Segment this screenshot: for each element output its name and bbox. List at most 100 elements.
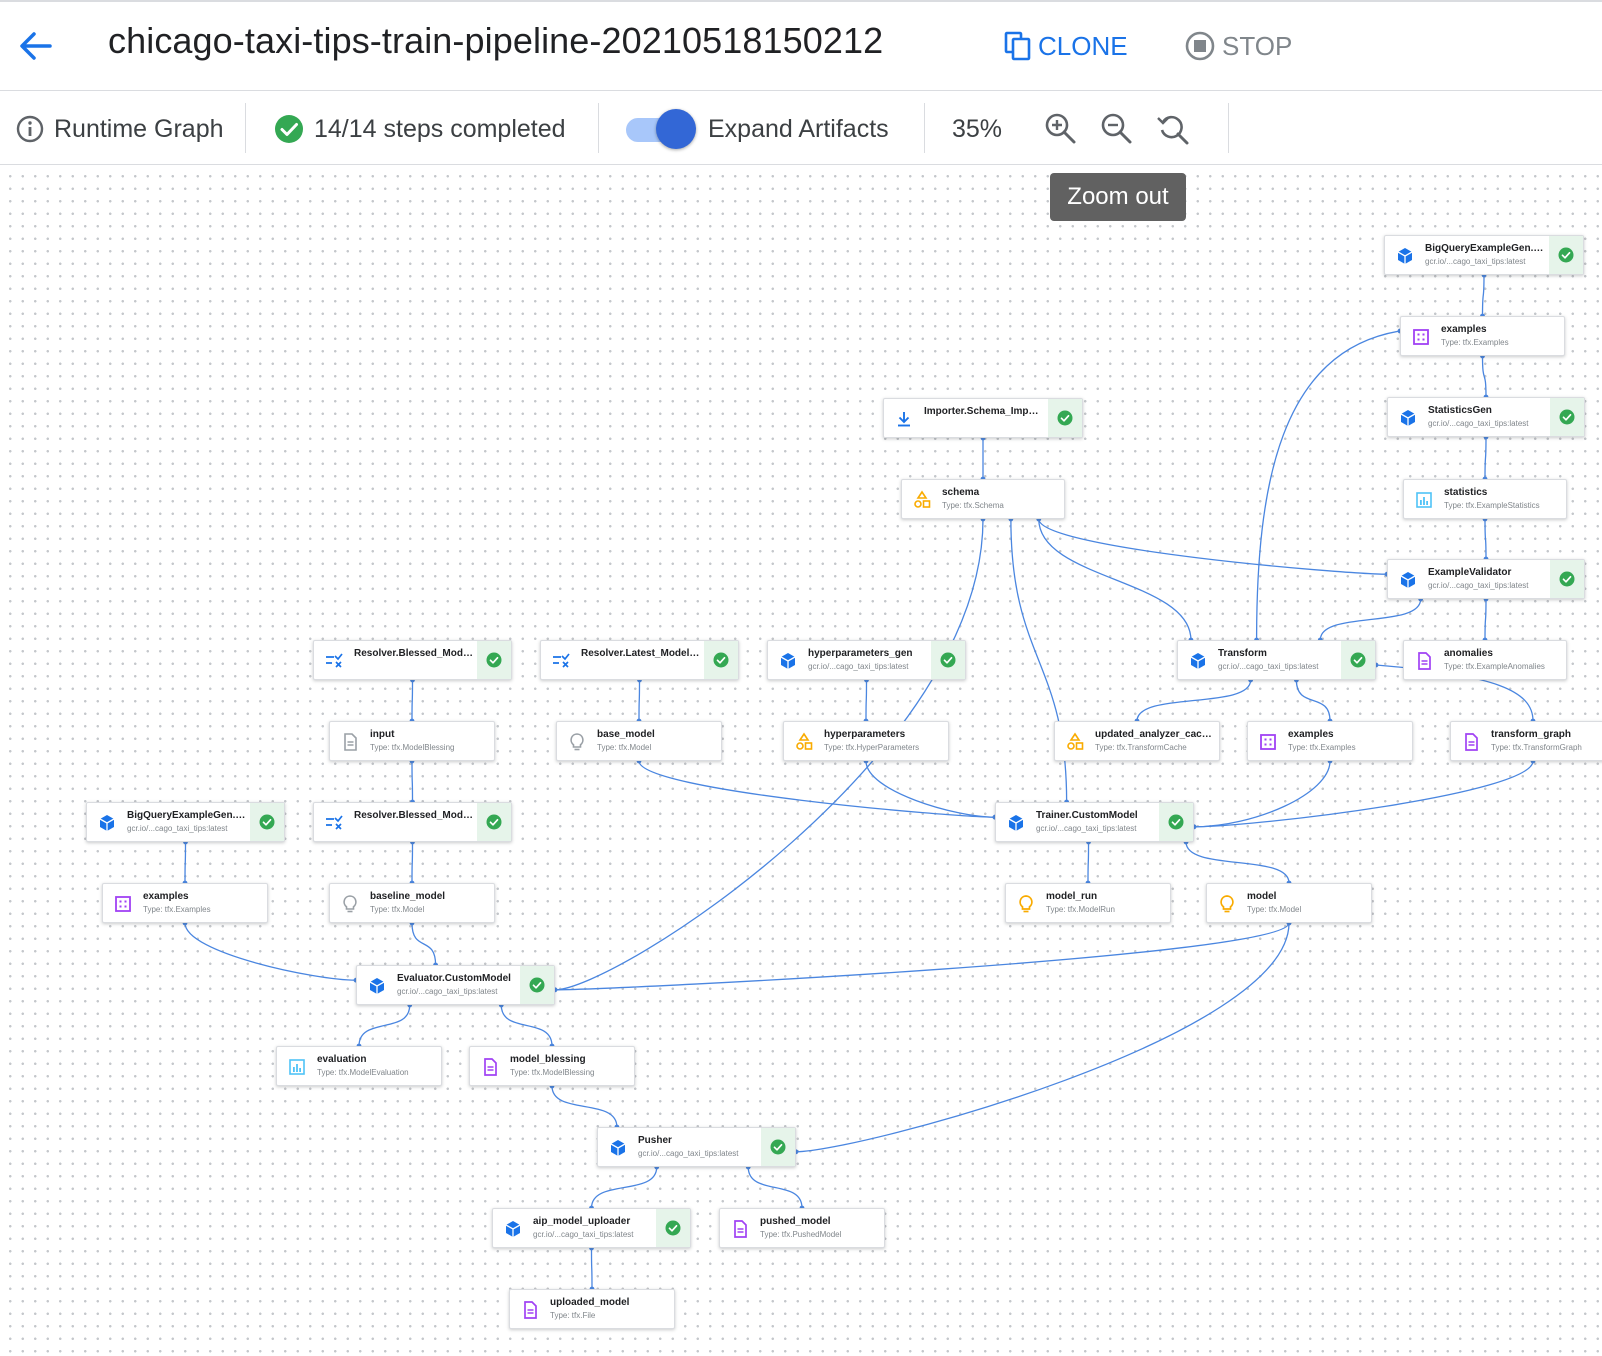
execution-node-transform[interactable]: Transform gcr.io/...cago_taxi_tips:latest <box>1177 640 1376 680</box>
node-subtitle: Type: tfx.ExampleAnomalies <box>1444 662 1545 671</box>
schema-icon <box>794 732 814 752</box>
node-subtitle: gcr.io/...cago_taxi_tips:latest <box>1428 419 1529 428</box>
artifact-node-evaluation[interactable]: evaluation Type: tfx.ModelEvaluation <box>276 1046 442 1086</box>
resolver-icon <box>551 651 571 671</box>
node-name: Transform <box>1218 648 1267 659</box>
clone-label: CLONE <box>1038 30 1128 61</box>
artifact-node-input[interactable]: input Type: tfx.ModelBlessing <box>329 721 495 761</box>
zoom-in-icon <box>1045 113 1076 144</box>
artifact-node-anomalies[interactable]: anomalies Type: tfx.ExampleAnomalies <box>1403 640 1567 680</box>
stop-button[interactable]: STOP <box>1184 26 1292 66</box>
node-subtitle: gcr.io/...cago_taxi_tips:latest <box>1425 257 1526 266</box>
execution-node-hparams-gen[interactable]: hyperparameters_gen gcr.io/...cago_taxi_t… <box>767 640 966 680</box>
artifact-node-examples-test[interactable]: examples Type: tfx.Examples <box>102 883 268 923</box>
node-name: Resolver.Latest_Model_R... <box>581 648 700 659</box>
node-name: hyperparameters <box>824 729 906 740</box>
node-name: schema <box>942 487 980 498</box>
execution-node-importer[interactable]: Importer.Schema_Import... <box>883 398 1083 438</box>
artifact-node-schema[interactable]: schema Type: tfx.Schema <box>901 479 1065 519</box>
node-subtitle: gcr.io/...cago_taxi_tips:latest <box>1218 662 1319 671</box>
zoom-reset-button[interactable] <box>1154 110 1192 148</box>
document-icon <box>1461 732 1481 752</box>
expand-artifacts-control: Expand Artifacts <box>624 109 889 149</box>
cube-icon <box>97 813 117 833</box>
artifact-node-model-run[interactable]: model_run Type: tfx.ModelRun <box>1005 883 1171 923</box>
bulb-icon <box>1217 894 1237 914</box>
steps-status: 14/14 steps completed <box>274 109 566 149</box>
node-subtitle: Type: tfx.Examples <box>1441 338 1509 347</box>
examples-icon <box>113 894 133 914</box>
zoom-reset-icon <box>1157 115 1189 145</box>
bulb-gray-icon <box>567 732 587 752</box>
node-subtitle: Type: tfx.Schema <box>942 501 1004 510</box>
node-subtitle: Type: tfx.PushedModel <box>760 1230 842 1239</box>
execution-node-evaluator[interactable]: Evaluator.CustomModel gcr.io/...cago_taxi… <box>356 965 555 1005</box>
success-check-icon <box>250 803 284 841</box>
execution-node-statsgen[interactable]: StatisticsGen gcr.io/...cago_taxi_tips:la… <box>1387 397 1585 437</box>
node-name: Resolver.Blessed_Model... <box>354 648 473 659</box>
execution-node-pusher[interactable]: Pusher gcr.io/...cago_taxi_tips:latest <box>597 1127 796 1167</box>
schema-icon <box>1065 732 1085 752</box>
node-name: Importer.Schema_Import... <box>924 406 1044 417</box>
node-subtitle: Type: tfx.ModelBlessing <box>510 1068 595 1077</box>
success-check-icon <box>520 966 554 1004</box>
artifact-node-examples-transformed[interactable]: examples Type: tfx.Examples <box>1247 721 1413 761</box>
node-name: examples <box>1288 729 1334 740</box>
graph-canvas[interactable] <box>0 166 1602 1356</box>
expand-artifacts-toggle[interactable] <box>624 109 698 149</box>
page-title: chicago-taxi-tips-train-pipeline-2021051… <box>108 20 884 61</box>
node-name: aip_model_uploader <box>533 1216 631 1227</box>
artifact-node-model-blessing[interactable]: model_blessing Type: tfx.ModelBlessing <box>469 1046 635 1086</box>
document-icon <box>730 1219 750 1239</box>
node-subtitle: Type: tfx.Model <box>370 905 425 914</box>
execution-node-aip-uploader[interactable]: aip_model_uploader gcr.io/...cago_taxi_ti… <box>492 1208 691 1248</box>
node-subtitle: Type: tfx.ModelRun <box>1046 905 1115 914</box>
artifact-node-baseline-model[interactable]: baseline_model Type: tfx.Model <box>329 883 495 923</box>
clone-button[interactable]: CLONE <box>1004 26 1128 66</box>
document-icon <box>1414 651 1434 671</box>
cube-icon <box>1006 813 1026 833</box>
arrow-back-icon <box>20 32 52 60</box>
graph-toolbar: Runtime Graph 14/14 steps completed Expa… <box>0 91 1602 165</box>
node-name: anomalies <box>1444 648 1493 659</box>
resolver-icon <box>324 813 344 833</box>
zoom-out-tooltip: Zoom out <box>1050 173 1186 221</box>
execution-node-resolver-blessed2[interactable]: Resolver.Blessed_Model... <box>313 802 512 842</box>
cube-icon <box>1188 651 1208 671</box>
copy-icon <box>1004 31 1031 61</box>
cube-icon <box>503 1219 523 1239</box>
execution-node-examplevalidator[interactable]: ExampleValidator gcr.io/...cago_taxi_tips… <box>1387 559 1585 599</box>
node-name: evaluation <box>317 1054 367 1065</box>
execution-node-resolver-latest[interactable]: Resolver.Latest_Model_R... <box>540 640 739 680</box>
runtime-graph-tab[interactable]: Runtime Graph <box>16 109 224 149</box>
execution-node-bq-test[interactable]: BigQueryExampleGen.Te... gcr.io/...cago_t… <box>86 802 285 842</box>
success-check-icon <box>1549 236 1583 274</box>
execution-node-bq-train[interactable]: BigQueryExampleGen.Tr... gcr.io/...cago_t… <box>1384 235 1584 275</box>
zoom-in-button[interactable] <box>1042 110 1080 148</box>
success-check-icon <box>1159 803 1193 841</box>
artifact-node-base-model[interactable]: base_model Type: tfx.Model <box>556 721 722 761</box>
artifact-node-examples-train[interactable]: examples Type: tfx.Examples <box>1400 316 1565 356</box>
execution-node-resolver-blessed1[interactable]: Resolver.Blessed_Model... <box>313 640 512 680</box>
node-subtitle: Type: tfx.ExampleStatistics <box>1444 501 1540 510</box>
document-gray-icon <box>340 732 360 752</box>
artifact-node-hyperparameters[interactable]: hyperparameters Type: tfx.HyperParameters <box>783 721 949 761</box>
artifact-node-model[interactable]: model Type: tfx.Model <box>1206 883 1372 923</box>
zoom-out-button[interactable] <box>1098 110 1136 148</box>
artifact-node-pushed-model[interactable]: pushed_model Type: tfx.PushedModel <box>719 1208 885 1248</box>
node-subtitle: gcr.io/...cago_taxi_tips:latest <box>1428 581 1529 590</box>
node-name: examples <box>143 891 189 902</box>
node-subtitle: gcr.io/...cago_taxi_tips:latest <box>533 1230 634 1239</box>
success-check-icon <box>1048 399 1082 437</box>
artifact-node-statistics[interactable]: statistics Type: tfx.ExampleStatistics <box>1403 479 1567 519</box>
back-button[interactable] <box>14 24 58 68</box>
success-check-icon <box>1341 641 1375 679</box>
artifact-node-uploaded-model[interactable]: uploaded_model Type: tfx.File <box>509 1289 675 1329</box>
node-name: Resolver.Blessed_Model... <box>354 810 473 821</box>
node-subtitle: Type: tfx.Examples <box>143 905 211 914</box>
artifact-node-transform-graph[interactable]: transform_graph Type: tfx.TransformGraph <box>1450 721 1602 761</box>
node-subtitle: Type: tfx.Examples <box>1288 743 1356 752</box>
execution-node-trainer[interactable]: Trainer.CustomModel gcr.io/...cago_taxi_t… <box>995 802 1194 842</box>
artifact-node-analyzer-cache[interactable]: updated_analyzer_cache Type: tfx.Transfor… <box>1054 721 1220 761</box>
cube-icon <box>1398 570 1418 590</box>
